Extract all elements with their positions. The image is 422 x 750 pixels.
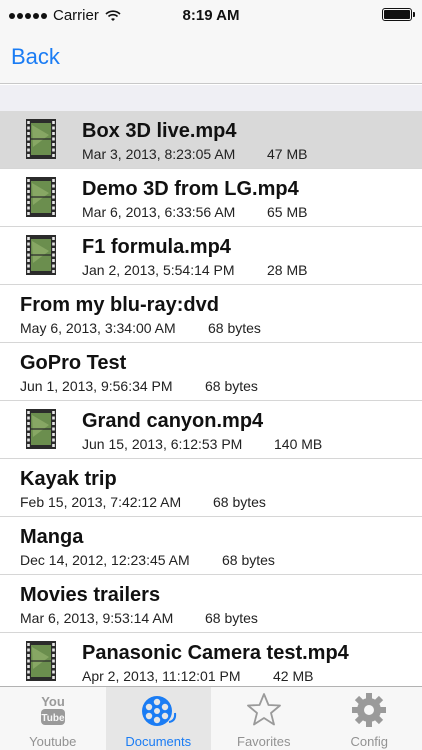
- tab-documents[interactable]: Documents: [105, 687, 211, 750]
- folder-row[interactable]: GoPro Test Jun 1, 2013, 9:56:34 PM 68 byte…: [0, 343, 422, 401]
- tab-label: Config: [350, 734, 389, 749]
- file-row[interactable]: Demo 3D from LG.mp4 Mar 6, 2013, 6:33:56 …: [0, 169, 422, 227]
- item-name: From my blu-ray:dvd: [20, 294, 219, 316]
- item-size: 65 MB: [267, 204, 308, 220]
- item-date: Jun 15, 2013, 6:12:53 PM: [82, 436, 243, 452]
- file-row[interactable]: F1 formula.mp4 Jan 2, 2013, 5:54:14 PM 28 …: [0, 227, 422, 285]
- back-button[interactable]: Back: [11, 44, 60, 70]
- item-name: Kayak trip: [20, 468, 117, 490]
- item-date: May 6, 2013, 3:34:00 AM: [20, 320, 176, 336]
- folder-row[interactable]: Movies trailers Mar 6, 2013, 9:53:14 AM 68…: [0, 575, 422, 633]
- youtube-icon: You Tube: [40, 694, 65, 725]
- tab-label: Documents: [125, 734, 192, 749]
- item-name: Demo 3D from LG.mp4: [82, 178, 299, 200]
- video-file-icon: [26, 409, 56, 449]
- svg-text:Tube: Tube: [41, 713, 65, 724]
- item-size: 68 bytes: [205, 378, 258, 394]
- tab-label: Favorites: [237, 734, 291, 749]
- item-size: 68 bytes: [205, 610, 258, 626]
- item-name: Movies trailers: [20, 584, 161, 606]
- item-name: GoPro Test: [20, 352, 127, 374]
- item-date: Apr 2, 2013, 11:12:01 PM: [82, 668, 241, 684]
- gear-icon: [352, 693, 387, 727]
- tab-favorites[interactable]: Favorites: [211, 687, 317, 750]
- video-file-icon: [26, 177, 56, 217]
- tab-youtube[interactable]: You Tube Youtube: [0, 687, 106, 750]
- item-size: 140 MB: [274, 436, 323, 452]
- folder-row[interactable]: Kayak trip Feb 15, 2013, 7:42:12 AM 68 byt…: [0, 459, 422, 517]
- tab-label: Youtube: [29, 734, 77, 749]
- item-name: Grand canyon.mp4: [82, 410, 264, 432]
- item-date: Mar 6, 2013, 6:33:56 AM: [82, 204, 236, 220]
- item-size: 42 MB: [273, 668, 314, 684]
- item-name: Panasonic Camera test.mp4: [82, 642, 349, 664]
- folder-row[interactable]: From my blu-ray:dvd May 6, 2013, 3:34:00 …: [0, 285, 422, 343]
- video-file-icon: [26, 235, 56, 275]
- item-name: Manga: [20, 526, 84, 548]
- item-date: Jun 1, 2013, 9:56:34 PM: [20, 378, 173, 394]
- item-size: 68 bytes: [208, 320, 261, 336]
- item-date: Mar 6, 2013, 9:53:14 AM: [20, 610, 174, 626]
- film-reel-icon: [142, 696, 177, 726]
- file-list[interactable]: Box 3D live.mp4 Mar 3, 2013, 8:23:05 AM 47…: [0, 111, 422, 686]
- navigation-bar: Back: [0, 30, 422, 84]
- folder-row[interactable]: Manga Dec 14, 2012, 12:23:45 AM 68 bytes: [0, 517, 422, 575]
- item-name: Box 3D live.mp4: [82, 120, 237, 142]
- video-file-icon: [26, 119, 56, 159]
- item-name: F1 formula.mp4: [82, 236, 231, 258]
- item-date: Mar 3, 2013, 8:23:05 AM: [82, 146, 236, 162]
- file-row[interactable]: Panasonic Camera test.mp4 Apr 2, 2013, 11…: [0, 633, 422, 686]
- file-row[interactable]: Box 3D live.mp4 Mar 3, 2013, 8:23:05 AM 47…: [0, 111, 422, 169]
- item-date: Jan 2, 2013, 5:54:14 PM: [82, 262, 235, 278]
- file-row[interactable]: Grand canyon.mp4 Jun 15, 2013, 6:12:53 PM…: [0, 401, 422, 459]
- item-date: Dec 14, 2012, 12:23:45 AM: [20, 552, 190, 568]
- battery-icon: [382, 8, 415, 21]
- status-bar: Carrier 8:19 AM: [0, 0, 422, 30]
- section-spacer: [0, 85, 422, 111]
- status-time: 8:19 AM: [182, 7, 240, 24]
- item-size: 68 bytes: [213, 494, 266, 510]
- svg-text:You: You: [41, 694, 65, 709]
- star-icon: [246, 693, 281, 726]
- tab-bar: You Tube Youtube Documents Favorites Config: [0, 686, 422, 750]
- video-file-icon: [26, 641, 56, 681]
- item-date: Feb 15, 2013, 7:42:12 AM: [20, 494, 182, 510]
- item-size: 47 MB: [267, 146, 308, 162]
- tab-config[interactable]: Config: [317, 687, 422, 750]
- item-size: 28 MB: [267, 262, 308, 278]
- item-size: 68 bytes: [222, 552, 275, 568]
